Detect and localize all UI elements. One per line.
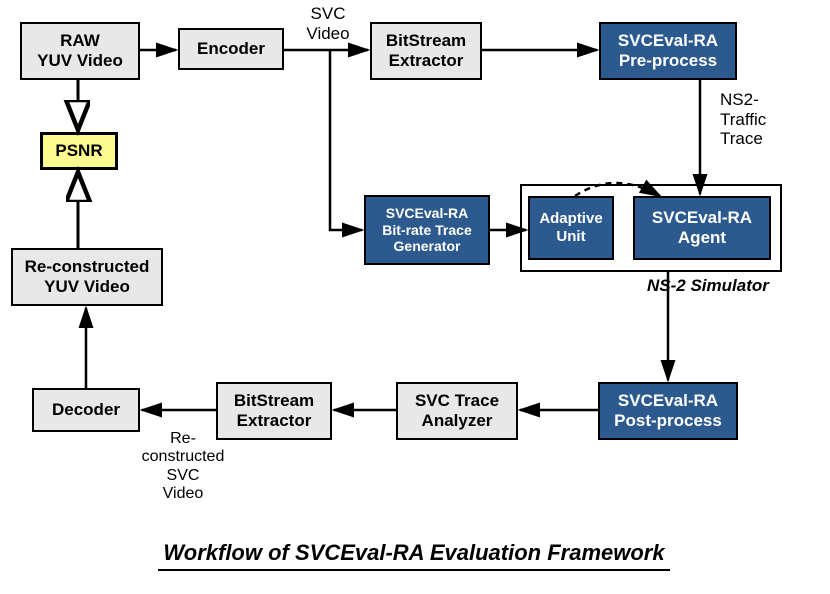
node-encoder-label: Encoder xyxy=(197,39,265,59)
node-adaptive-label: AdaptiveUnit xyxy=(539,210,602,246)
node-reconstructed-label: Re-constructedYUV Video xyxy=(25,257,150,298)
node-adaptive-unit: AdaptiveUnit xyxy=(528,196,614,260)
node-decoder: Decoder xyxy=(32,388,140,432)
node-psnr-label: PSNR xyxy=(55,141,102,161)
label-svc-video: SVCVideo xyxy=(298,4,358,43)
node-svcanalyzer-label: SVC TraceAnalyzer xyxy=(415,391,499,432)
node-preprocess-label: SVCEval-RAPre-process xyxy=(618,31,718,72)
label-recon-svc: Re-constructedSVCVideo xyxy=(128,430,238,504)
node-postprocess: SVCEval-RAPost-process xyxy=(598,382,738,440)
node-preprocess: SVCEval-RAPre-process xyxy=(599,22,737,80)
node-reconstructed-yuv: Re-constructedYUV Video xyxy=(11,248,163,306)
label-ns2-traffic: NS2-TrafficTrace xyxy=(720,90,790,149)
node-bitstream2-label: BitStreamExtractor xyxy=(234,391,314,432)
ns2-simulator-label: NS-2 Simulator xyxy=(647,276,769,296)
diagram-canvas: RAWYUV Video Encoder BitStreamExtractor … xyxy=(0,0,830,594)
node-bitstream1-label: BitStreamExtractor xyxy=(386,31,466,72)
node-decoder-label: Decoder xyxy=(52,400,120,420)
node-agent: SVCEval-RAAgent xyxy=(633,196,771,260)
node-bitrate-generator: SVCEval-RABit-rate TraceGenerator xyxy=(364,195,490,265)
node-postprocess-label: SVCEval-RAPost-process xyxy=(614,391,722,432)
node-svc-trace-analyzer: SVC TraceAnalyzer xyxy=(396,382,518,440)
node-encoder: Encoder xyxy=(178,28,284,70)
node-agent-label: SVCEval-RAAgent xyxy=(652,208,752,249)
diagram-caption: Workflow of SVCEval-RA Evaluation Framew… xyxy=(158,540,670,571)
node-raw-yuv-label: RAWYUV Video xyxy=(37,31,123,72)
node-bitstream-extractor-1: BitStreamExtractor xyxy=(370,22,482,80)
node-bitrategen-label: SVCEval-RABit-rate TraceGenerator xyxy=(382,205,471,255)
node-psnr: PSNR xyxy=(40,132,118,170)
node-raw-yuv: RAWYUV Video xyxy=(20,22,140,80)
